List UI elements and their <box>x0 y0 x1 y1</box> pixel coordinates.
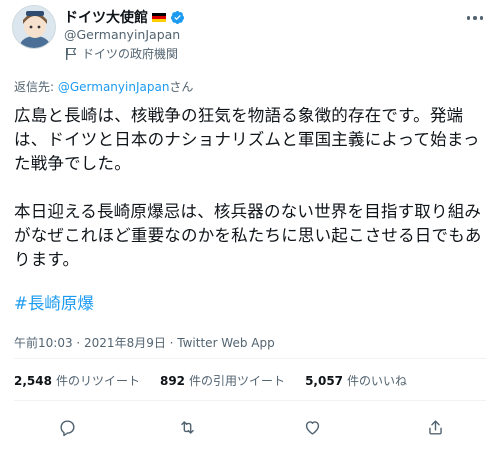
quotes-count: 892 <box>159 374 186 388</box>
reply-suffix: さん <box>169 80 194 94</box>
more-button[interactable] <box>464 10 486 26</box>
germany-flag-icon <box>152 12 166 22</box>
verified-badge-icon <box>170 10 185 24</box>
tweet-text: 広島と長崎は、核戦争の狂気を物語る象徴的存在です。発端は、ドイツと日本のナショナ… <box>14 104 488 296</box>
retweets-stat[interactable]: 2,548 件のリツイート <box>14 372 140 389</box>
reply-to: 返信先: @GermanyinJapanさん <box>14 78 193 95</box>
action-bar <box>14 414 486 440</box>
hashtag-link[interactable]: #長崎原爆 <box>14 290 94 314</box>
likes-stat[interactable]: 5,057 件のいいね <box>305 372 407 389</box>
name-row: ドイツ大使館 <box>64 7 185 27</box>
tweet: ドイツ大使館 @GermanyinJapan ドイツの政府機関 返信先: @Ge… <box>0 0 500 451</box>
display-name[interactable]: ドイツ大使館 <box>64 7 148 27</box>
divider <box>14 358 486 359</box>
quotes-stat[interactable]: 892 件の引用ツイート <box>160 372 285 389</box>
account-label: ドイツの政府機関 <box>66 45 178 62</box>
share-button[interactable] <box>422 414 448 440</box>
likes-label: 件のいいね <box>347 374 408 388</box>
heart-icon <box>305 420 319 435</box>
avatar-illustration <box>13 6 55 48</box>
account-label-text: ドイツの政府機関 <box>82 47 179 61</box>
reply-prefix: 返信先: <box>14 80 58 94</box>
reply-mention-link[interactable]: @GermanyinJapan <box>58 80 170 94</box>
reply-button[interactable] <box>54 414 80 440</box>
quotes-label: 件の引用ツイート <box>189 374 286 388</box>
retweet-button[interactable] <box>174 414 200 440</box>
tweet-paragraph: 本日迎える長崎原爆忌は、核兵器のない世界を目指す取り組みがなぜこれほど重要なのか… <box>14 202 482 269</box>
more-dots-icon <box>466 16 471 20</box>
handle[interactable]: @GermanyinJapan <box>64 27 180 42</box>
flag-label-icon <box>66 47 76 60</box>
likes-count: 5,057 <box>305 374 344 388</box>
share-icon <box>428 419 442 435</box>
divider <box>14 400 486 401</box>
like-button[interactable] <box>299 414 325 440</box>
retweet-icon <box>180 420 194 434</box>
retweets-count: 2,548 <box>14 374 52 388</box>
reply-icon <box>59 419 75 436</box>
tweet-paragraph: 広島と長崎は、核戦争の狂気を物語る象徴的存在です。発端は、ドイツと日本のナショナ… <box>14 106 480 173</box>
avatar[interactable] <box>12 5 56 49</box>
engagement-stats: 2,548 件のリツイート 892 件の引用ツイート 5,057 件のいいね <box>14 372 427 389</box>
retweets-label: 件のリツイート <box>55 374 140 388</box>
tweet-timestamp[interactable]: 午前10:03 · 2021年8月9日 · Twitter Web App <box>14 334 275 351</box>
